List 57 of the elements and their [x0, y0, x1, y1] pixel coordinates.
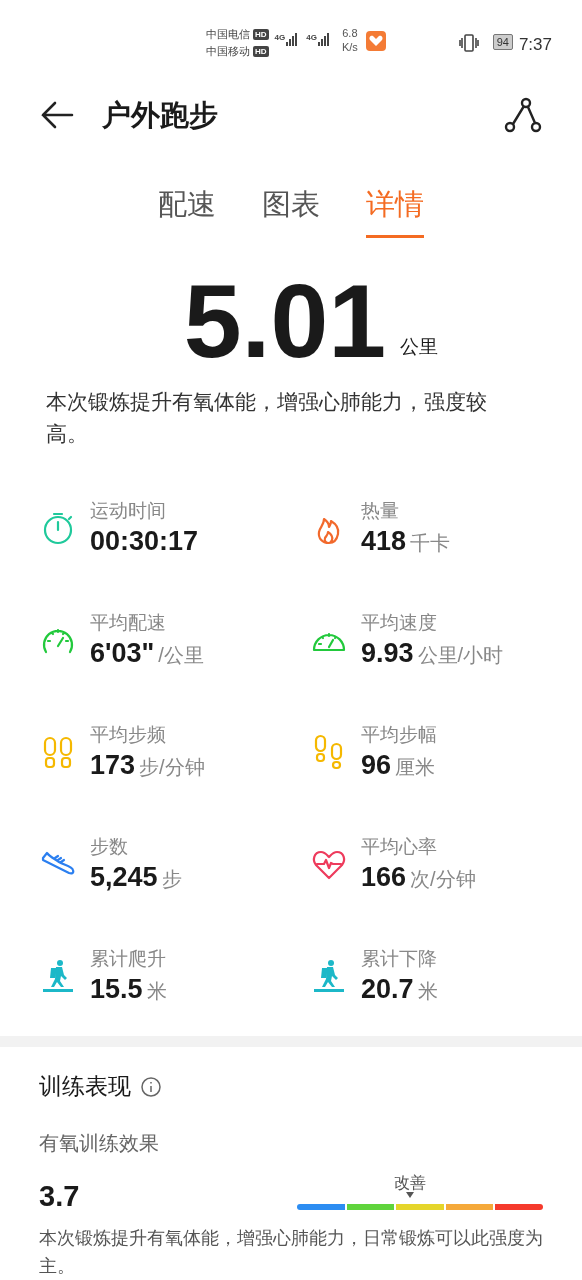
metric-value: 9.93 — [361, 636, 414, 670]
tab[interactable]: 配速 — [158, 183, 216, 238]
metric-value: 96 — [361, 748, 392, 782]
summary-text: 本次锻炼提升有氧体能，增强心肺能力，强度较高。 — [46, 388, 488, 447]
metric-unit: 步 — [161, 866, 182, 892]
battery-indicator: 94 — [492, 34, 513, 50]
carrier-name: 中国电信 — [206, 27, 250, 43]
network-type: 4G — [306, 32, 317, 44]
metric-unit: 步/分钟 — [139, 754, 205, 780]
metric-value: 00:30:17 — [90, 524, 199, 558]
metric-label: 平均步幅 — [361, 722, 437, 747]
distance-unit: 公里 — [400, 335, 439, 360]
metric-value: 15.5 — [90, 972, 143, 1006]
hd-badge: HD — [253, 29, 269, 40]
metric-label: 平均配速 — [90, 610, 167, 635]
signal-icon — [317, 32, 332, 46]
metric-unit: 公里/小时 — [417, 642, 504, 668]
route-icon[interactable] — [504, 97, 542, 134]
distance-value: 5.01 — [183, 265, 387, 376]
hiker-icon — [311, 957, 347, 994]
metric-label: 热量 — [361, 498, 400, 523]
metric-unit: 米 — [417, 978, 438, 1004]
metric-value: 5,245 — [90, 860, 158, 894]
metric-label: 平均心率 — [361, 834, 438, 859]
metric-label: 累计下降 — [361, 946, 438, 971]
page-title: 户外跑步 — [102, 97, 218, 133]
metric-unit: /公里 — [158, 642, 204, 668]
metric-label: 累计爬升 — [90, 946, 167, 971]
metric-label: 平均步频 — [90, 722, 167, 747]
metric-unit: 米 — [146, 978, 167, 1004]
metric-unit: 厘米 — [395, 754, 436, 780]
network-speed: 6.8 — [342, 26, 358, 40]
metric-value: 6'03" — [90, 636, 155, 670]
clock: 7:37 — [518, 34, 552, 56]
metric-unit: 千卡 — [410, 530, 451, 556]
metric-value: 166 — [361, 860, 407, 894]
metric-value: 418 — [361, 524, 407, 558]
carrier-name: 中国移动 — [206, 44, 250, 60]
metric-label: 运动时间 — [90, 498, 167, 523]
tab[interactable]: 图表 — [262, 183, 320, 238]
metric-label: 步数 — [90, 834, 129, 859]
metric-label: 平均速度 — [361, 610, 438, 635]
metric-value: 173 — [90, 748, 136, 782]
back-arrow-icon[interactable] — [40, 100, 74, 131]
speed-unit: K/s — [341, 40, 358, 54]
vibrate-icon — [458, 34, 479, 52]
health-app-icon — [365, 31, 386, 51]
effect-description: 本次锻炼提升有氧体能，增强心肺能力，日常锻炼可以此强度为主。 — [39, 1227, 543, 1278]
hiker-icon — [40, 957, 76, 994]
network-type: 4G — [274, 32, 286, 44]
section-title: 训练表现 — [39, 1072, 131, 1102]
effect-label: 有氧训练效果 — [39, 1131, 160, 1156]
metric-value: 20.7 — [361, 972, 414, 1006]
effect-score: 3.7 — [39, 1179, 80, 1214]
hd-badge: HD — [253, 46, 269, 57]
info-icon[interactable] — [141, 1076, 161, 1097]
metric-unit: 次/分钟 — [410, 866, 476, 892]
